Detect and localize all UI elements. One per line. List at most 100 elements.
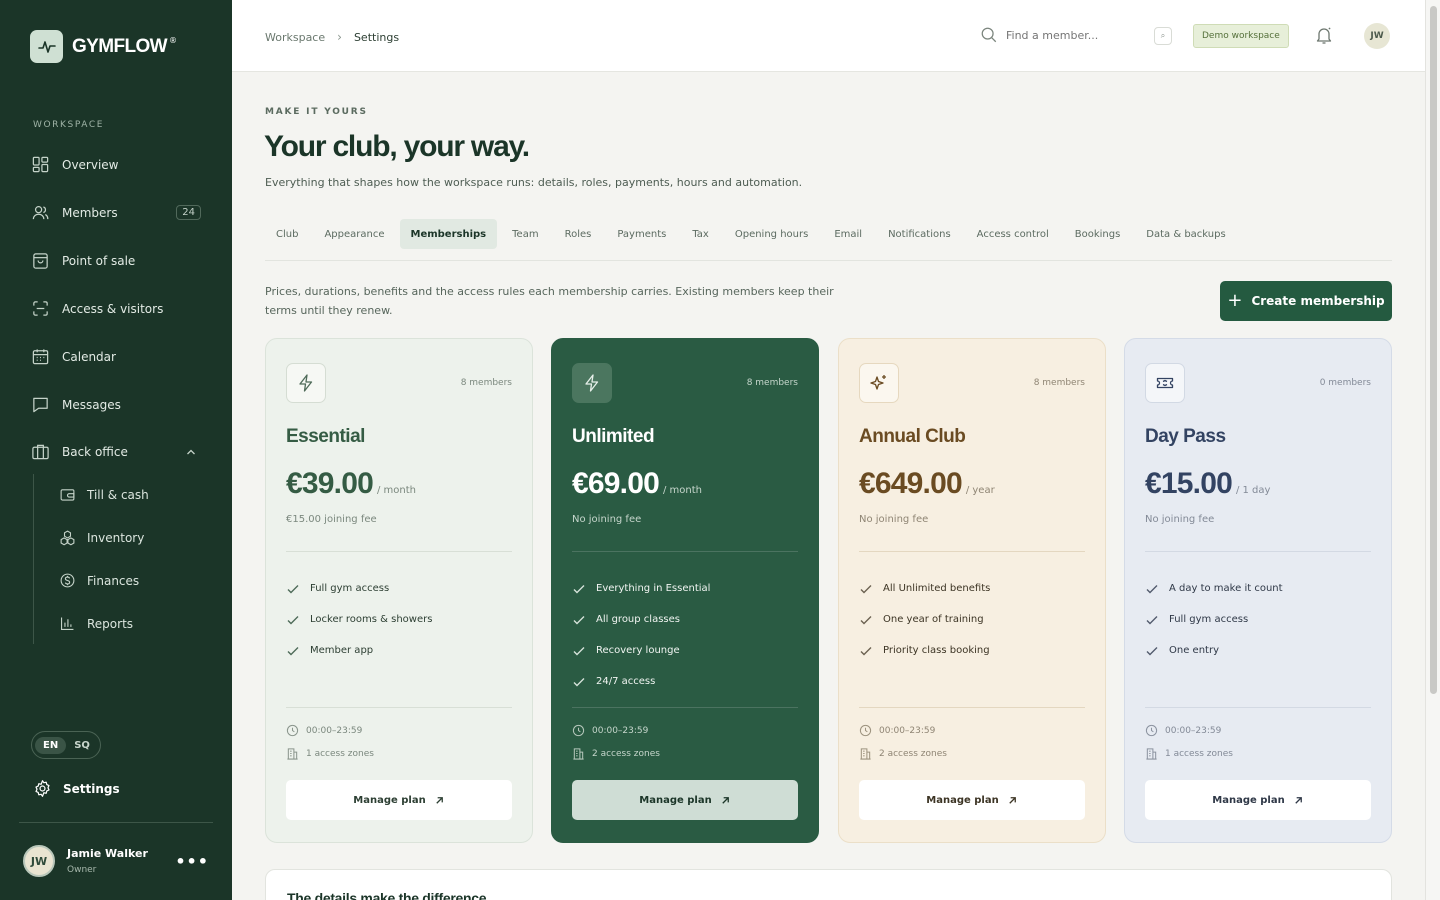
tab-data-backups[interactable]: Data & backups <box>1135 219 1236 249</box>
feature-label: Full gym access <box>310 583 390 594</box>
tab-appearance[interactable]: Appearance <box>313 219 395 249</box>
plan-hours: 00:00–23:59 <box>286 724 362 737</box>
plan-amount: €15.00 <box>1145 467 1233 500</box>
brand-name: GYMFLOW <box>72 35 168 57</box>
scrollbar-thumb[interactable] <box>1430 6 1437 694</box>
sidebar-item-members[interactable]: Members 24 <box>31 203 201 222</box>
sparkles-icon <box>870 375 886 390</box>
tab-club[interactable]: Club <box>265 219 309 249</box>
building-icon <box>573 748 584 760</box>
manage-plan-button[interactable]: Manage plan <box>572 780 798 820</box>
sidebar-subitem-reports[interactable]: Reports <box>59 615 133 632</box>
page-eyebrow: MAKE IT YOURS <box>265 107 368 117</box>
tab-roles[interactable]: Roles <box>554 219 603 249</box>
tab-email[interactable]: Email <box>823 219 873 249</box>
manage-plan-button[interactable]: Manage plan <box>859 780 1085 820</box>
plan-zones: 2 access zones <box>859 747 947 760</box>
sidebar-subitem-finances[interactable]: Finances <box>59 572 139 589</box>
member-search[interactable] <box>980 26 1146 44</box>
chevron-up-icon[interactable] <box>185 446 197 458</box>
plan-price: €15.00 / 1 day <box>1145 467 1270 501</box>
sidebar-item-back-office[interactable]: Back office <box>31 442 201 461</box>
grid-icon <box>32 156 49 173</box>
plan-features: All Unlimited benefits One year of train… <box>859 573 990 666</box>
users-icon <box>32 205 49 220</box>
settings-tabs: Club Appearance Memberships Team Roles P… <box>265 219 1241 249</box>
divider <box>1145 707 1371 708</box>
user-profile[interactable]: JW Jamie Walker Owner ••• <box>23 845 213 877</box>
sidebar-item-access-visitors[interactable]: Access & visitors <box>31 299 201 318</box>
breadcrumb: Workspace › Settings <box>265 30 399 44</box>
bell-icon[interactable] <box>1314 25 1334 45</box>
plan-member-count: 8 members <box>460 378 512 388</box>
sidebar-item-settings[interactable]: Settings <box>33 779 120 798</box>
list-item: Recovery lounge <box>572 635 710 666</box>
plan-hours-text: 00:00–23:59 <box>592 725 649 736</box>
tab-bookings[interactable]: Bookings <box>1064 219 1132 249</box>
tabs-divider <box>265 260 1392 261</box>
check-icon <box>860 615 872 624</box>
list-item: One year of training <box>859 604 990 635</box>
arrow-up-right-icon <box>1295 796 1302 804</box>
manage-plan-button[interactable]: Manage plan <box>1145 780 1371 820</box>
divider <box>572 707 798 708</box>
sidebar-subitem-inventory[interactable]: Inventory <box>59 529 144 546</box>
page-title: Your club, your way. <box>264 130 530 163</box>
sidebar-item-overview[interactable]: Overview <box>31 155 201 174</box>
tab-team[interactable]: Team <box>501 219 549 249</box>
sidebar-item-point-of-sale[interactable]: Point of sale <box>31 251 201 270</box>
scrollbar[interactable] <box>1425 0 1440 900</box>
sidebar-item-label: Members <box>62 205 118 220</box>
list-item: All Unlimited benefits <box>859 573 990 604</box>
tab-access-control[interactable]: Access control <box>966 219 1060 249</box>
list-item: 24/7 access <box>572 666 710 697</box>
tab-opening-hours[interactable]: Opening hours <box>724 219 819 249</box>
check-icon <box>1146 615 1158 624</box>
plan-period: / month <box>662 485 702 496</box>
list-item: Member app <box>286 635 432 666</box>
page-lead: Everything that shapes how the workspace… <box>265 176 803 189</box>
plan-name: Day Pass <box>1145 426 1226 447</box>
logo[interactable]: GYMFLOW ® <box>30 30 177 63</box>
check-icon <box>573 615 585 624</box>
list-item: Locker rooms & showers <box>286 604 432 635</box>
tab-memberships[interactable]: Memberships <box>399 219 498 249</box>
more-options-icon[interactable]: ••• <box>175 852 209 871</box>
plus-icon: + <box>1227 289 1243 311</box>
demo-workspace-badge[interactable]: Demo workspace <box>1193 24 1289 48</box>
sidebar-item-messages[interactable]: Messages <box>31 395 201 414</box>
create-membership-button[interactable]: + Create membership <box>1220 281 1392 321</box>
plan-price: €649.00 / year <box>859 467 995 501</box>
feature-label: Everything in Essential <box>596 583 711 594</box>
tab-tax[interactable]: Tax <box>681 219 720 249</box>
plan-features: Everything in Essential All group classe… <box>572 573 710 697</box>
language-en[interactable]: EN <box>35 736 67 754</box>
sidebar-item-calendar[interactable]: Calendar <box>31 347 201 366</box>
user-name: Jamie Walker <box>67 847 148 860</box>
settings-label: Settings <box>63 781 120 796</box>
bolt-icon <box>585 374 599 392</box>
check-icon <box>573 677 585 686</box>
search-input[interactable] <box>1006 28 1146 42</box>
plan-zones-text: 2 access zones <box>879 748 947 759</box>
memberships-description: Prices, durations, benefits and the acce… <box>265 285 834 317</box>
manage-plan-button[interactable]: Manage plan <box>286 780 512 820</box>
sidebar-subitem-label: Reports <box>87 616 134 631</box>
manage-plan-label: Manage plan <box>1212 794 1285 806</box>
tab-payments[interactable]: Payments <box>606 219 677 249</box>
search-shortcut-key: ⌕ <box>1154 27 1172 45</box>
language-switcher[interactable]: EN SQ <box>31 731 101 759</box>
plan-icon-box <box>572 363 612 403</box>
breadcrumb-workspace[interactable]: Workspace <box>265 31 325 44</box>
plan-hours: 00:00–23:59 <box>859 724 935 737</box>
plan-joining-fee: No joining fee <box>1145 514 1215 525</box>
avatar[interactable]: JW <box>1364 23 1390 49</box>
language-sq[interactable]: SQ <box>66 737 98 754</box>
plan-zones: 1 access zones <box>286 747 374 760</box>
tab-notifications[interactable]: Notifications <box>877 219 962 249</box>
plan-hours: 00:00–23:59 <box>1145 724 1221 737</box>
feature-label: Member app <box>310 645 374 656</box>
sidebar-subitem-till-cash[interactable]: Till & cash <box>59 486 149 503</box>
sidebar-item-label: Access & visitors <box>62 301 164 316</box>
plan-card-annual-club: 8 members Annual Club €649.00 / year No … <box>838 338 1106 843</box>
